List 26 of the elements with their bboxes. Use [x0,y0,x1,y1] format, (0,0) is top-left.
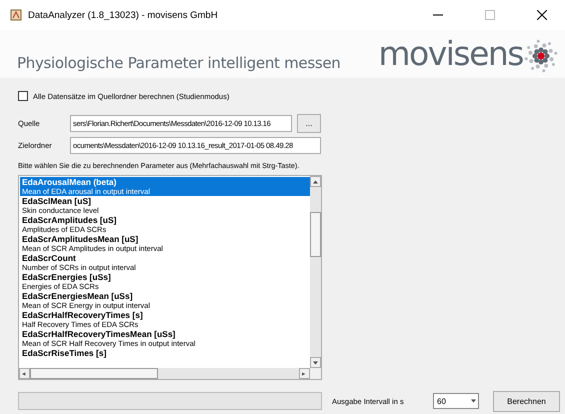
window-title: DataAnalyzer (1.8_13023) - movisens GmbH [28,10,219,20]
scrollbar-thumb[interactable] [30,368,158,379]
down-arrow-icon [313,360,318,364]
calculate-button[interactable]: Berechnen [493,390,560,412]
minimize-icon [433,14,443,16]
headline: Physiologische Parameter intelligent messen [17,54,340,72]
scroll-down-button[interactable] [310,357,321,368]
scrollbar-thumb[interactable] [310,212,321,257]
app-icon [10,9,22,21]
left-arrow-icon [22,372,27,376]
dropdown-arrow-icon [471,399,476,403]
logo-text: movisens [378,36,523,72]
browse-button[interactable]: ... [297,114,321,132]
scroll-up-button[interactable] [310,176,321,187]
scroll-right-button[interactable] [299,368,310,379]
close-icon [537,10,547,20]
parameter-item[interactable]: EdaScrRiseTimes [s] [20,348,310,358]
vertical-scrollbar[interactable] [310,176,321,368]
study-mode-checkbox[interactable] [18,91,28,101]
horizontal-scrollbar[interactable] [19,368,310,379]
up-arrow-icon [313,180,318,184]
scrollbar-corner [310,368,321,379]
interval-dropdown[interactable]: 60 [433,393,479,409]
right-arrow-icon [302,372,307,376]
scroll-left-button[interactable] [19,368,30,379]
maximize-icon [485,10,495,20]
